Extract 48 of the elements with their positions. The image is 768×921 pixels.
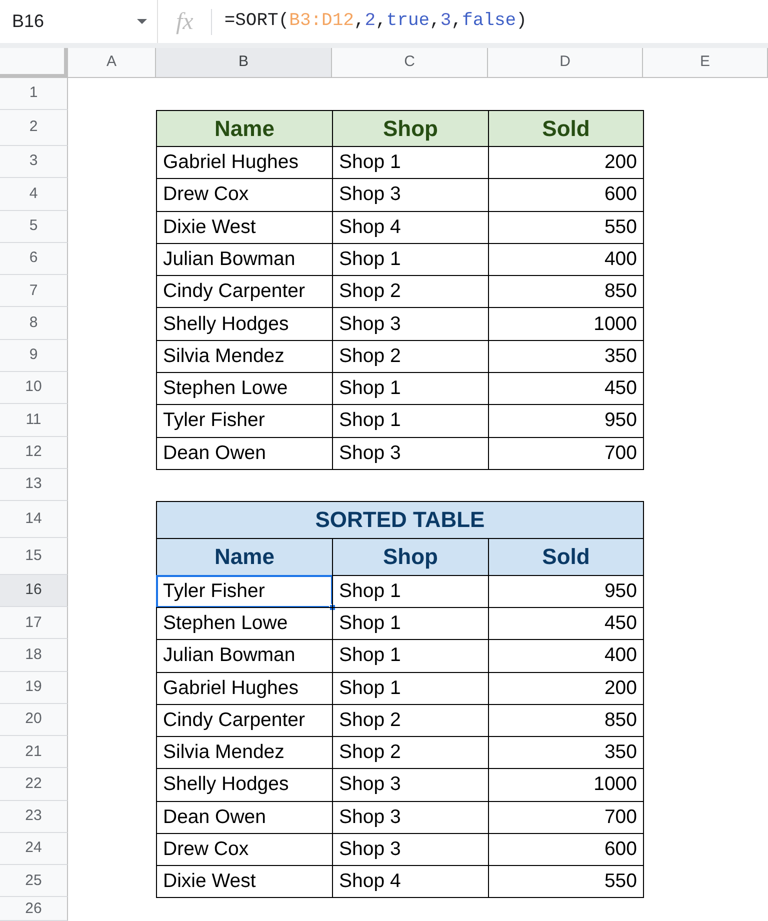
column-heading: Sold bbox=[488, 538, 644, 576]
table-title: SORTED TABLE bbox=[156, 500, 644, 539]
row-header[interactable]: 24 bbox=[0, 832, 68, 866]
table-cell: Stephen Lowe bbox=[156, 607, 333, 640]
row-header[interactable]: 17 bbox=[0, 607, 68, 640]
column-heading: Name bbox=[156, 538, 333, 576]
row-header[interactable]: 9 bbox=[0, 340, 68, 372]
row-header[interactable]: 2 bbox=[0, 110, 68, 146]
column-header[interactable]: C bbox=[332, 48, 488, 78]
table-cell: 550 bbox=[488, 865, 644, 898]
column-header[interactable]: D bbox=[488, 48, 643, 78]
table-cell: Tyler Fisher bbox=[156, 574, 333, 608]
row-header[interactable]: 5 bbox=[0, 210, 68, 243]
column-header[interactable]: B bbox=[156, 48, 332, 78]
table-cell: 700 bbox=[488, 436, 644, 470]
row-header[interactable]: 1 bbox=[0, 78, 68, 110]
row-header[interactable]: 18 bbox=[0, 639, 68, 672]
dropdown-caret-icon[interactable] bbox=[137, 19, 147, 24]
row-header[interactable]: 10 bbox=[0, 372, 68, 404]
name-box-value[interactable]: B16 bbox=[12, 8, 44, 35]
row-header[interactable]: 4 bbox=[0, 178, 68, 211]
table-cell: Dixie West bbox=[156, 865, 333, 898]
formula-text[interactable]: =SORT(B3:D12,2,true,3,false) bbox=[224, 8, 527, 35]
row-header[interactable]: 21 bbox=[0, 736, 68, 768]
row-header[interactable]: 8 bbox=[0, 307, 68, 340]
column-heading: Shop bbox=[332, 538, 489, 576]
row-header[interactable]: 23 bbox=[0, 800, 68, 833]
fx-label: fx bbox=[176, 8, 194, 36]
row-header[interactable]: 12 bbox=[0, 436, 68, 469]
row-header[interactable]: 19 bbox=[0, 672, 68, 704]
row-header[interactable]: 22 bbox=[0, 768, 68, 801]
row-header[interactable]: 6 bbox=[0, 242, 68, 276]
column-heading: Name bbox=[156, 110, 333, 147]
row-header[interactable]: 20 bbox=[0, 704, 68, 736]
row-header[interactable]: 25 bbox=[0, 865, 68, 898]
row-header[interactable]: 15 bbox=[0, 538, 68, 575]
column-heading: Shop bbox=[332, 110, 489, 147]
row-header[interactable]: 7 bbox=[0, 275, 68, 308]
row-header[interactable]: 11 bbox=[0, 404, 68, 437]
row-header[interactable]: 14 bbox=[0, 500, 68, 538]
column-header[interactable]: E bbox=[643, 48, 768, 78]
row-header[interactable]: 26 bbox=[0, 897, 68, 921]
row-header[interactable]: 13 bbox=[0, 468, 68, 501]
table-cell: Dean Owen bbox=[156, 436, 333, 470]
row-header[interactable]: 16 bbox=[0, 574, 68, 608]
row-header[interactable]: 3 bbox=[0, 146, 68, 178]
column-header[interactable]: A bbox=[68, 48, 156, 78]
column-heading: Sold bbox=[488, 110, 644, 147]
